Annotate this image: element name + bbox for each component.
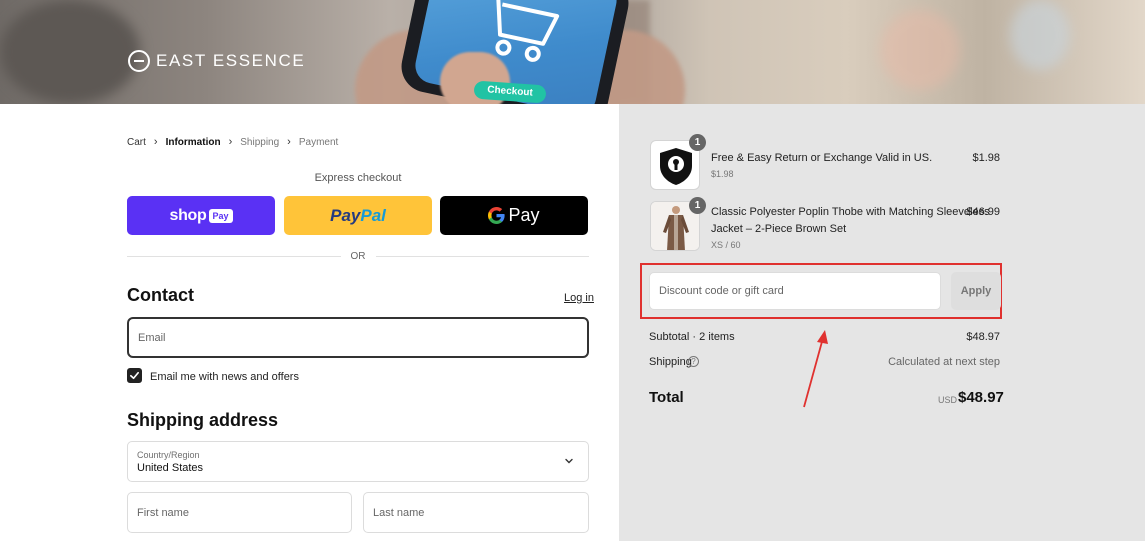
country-label: Country/Region: [137, 450, 200, 460]
paypal-button[interactable]: Pay Pal: [284, 196, 432, 235]
currency-code: USD: [938, 395, 958, 405]
last-name-field[interactable]: [363, 492, 589, 533]
shipping-label: Shipping: [649, 356, 692, 368]
shop-pay-button[interactable]: shop Pay: [127, 196, 275, 235]
newsletter-label[interactable]: Email me with news and offers: [150, 371, 299, 383]
header-banner: Checkout EAST ESSENCE: [0, 0, 1145, 104]
shipping-value: Calculated at next step: [888, 356, 1000, 368]
total-label: Total: [649, 389, 684, 406]
paypal-word-pal: Pal: [360, 205, 386, 225]
annotation-arrow-icon: [803, 330, 828, 408]
login-link[interactable]: Log in: [564, 292, 594, 304]
item-name: Free & Easy Return or Exchange Valid in …: [711, 152, 933, 164]
item-unit-price: $1.98: [711, 169, 734, 179]
breadcrumb-information: Information: [165, 136, 221, 148]
country-select[interactable]: Country/Region United States: [127, 441, 589, 482]
shop-pay-word: shop: [169, 206, 207, 224]
quantity-badge: 1: [689, 134, 706, 151]
first-name-field[interactable]: [127, 492, 352, 533]
chevron-right-icon: ›: [153, 136, 158, 148]
chevron-down-icon: [565, 458, 573, 464]
subtotal-label: Subtotal · 2 items: [649, 331, 735, 343]
checkmark-icon: [130, 371, 139, 380]
total-value: $48.97: [958, 389, 1004, 406]
discount-code-field[interactable]: [649, 272, 941, 310]
item-variant: XS / 60: [711, 240, 741, 250]
or-divider: OR: [127, 251, 589, 262]
google-pay-word: Pay: [508, 205, 540, 225]
brand-mark-icon: [128, 50, 150, 72]
shipping-address-heading: Shipping address: [127, 410, 279, 430]
help-circle-icon[interactable]: ?: [688, 356, 699, 367]
item-price: $1.98: [972, 152, 1000, 164]
contact-heading: Contact: [127, 285, 194, 305]
google-g-icon: [488, 207, 506, 224]
quantity-badge: 1: [689, 197, 706, 214]
chevron-right-icon: ›: [287, 136, 291, 148]
google-pay-button[interactable]: Pay: [440, 196, 588, 235]
shop-pay-badge: Pay: [208, 208, 233, 223]
item-name-line2: Jacket – 2-Piece Brown Set: [711, 223, 847, 235]
newsletter-checkbox[interactable]: [127, 368, 142, 383]
paypal-word-pay: Pay: [330, 205, 361, 225]
brand-logo[interactable]: EAST ESSENCE: [128, 50, 305, 72]
express-checkout-label: Express checkout: [314, 172, 402, 184]
breadcrumb: Cart › Information › Shipping › Payment: [127, 136, 338, 148]
apply-discount-button[interactable]: Apply: [951, 272, 1001, 310]
or-text: OR: [350, 251, 366, 262]
brand-name: EAST ESSENCE: [156, 51, 306, 70]
country-value: United States: [137, 462, 204, 474]
breadcrumb-shipping: Shipping: [240, 136, 280, 148]
item-price: $46.99: [966, 206, 1000, 218]
breadcrumb-payment: Payment: [298, 136, 339, 148]
subtotal-value: $48.97: [966, 331, 1000, 343]
email-field[interactable]: [127, 317, 589, 358]
breadcrumb-cart[interactable]: Cart: [127, 137, 146, 148]
chevron-right-icon: ›: [228, 136, 233, 148]
